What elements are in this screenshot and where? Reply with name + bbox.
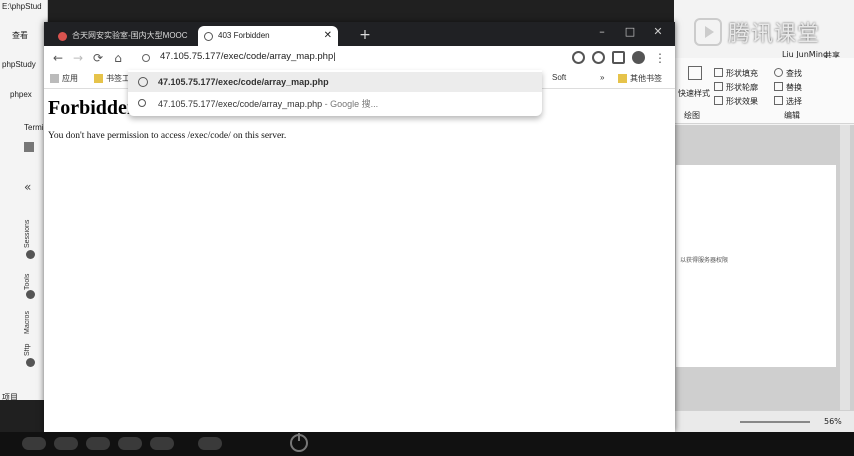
omnibox-suggestions: 47.105.75.177/exec/code/array_map.php 47…: [128, 70, 542, 116]
replace-button[interactable]: 替换: [786, 82, 802, 93]
select-button[interactable]: 选择: [786, 96, 802, 107]
folder-icon: [94, 74, 103, 83]
replace-icon: [774, 82, 783, 91]
suggestion-hint: - Google 搜...: [322, 99, 379, 109]
reload-icon[interactable]: ⟳: [90, 50, 106, 66]
shape-fill-button[interactable]: 形状填充: [726, 68, 758, 79]
extension-icon[interactable]: [612, 51, 625, 64]
page-content: Forbidden You don't have permission to a…: [44, 88, 675, 432]
toolbar: ← → ⟳ ⌂ 47.105.75.177/exec/code/array_ma…: [44, 46, 675, 70]
folder-icon: [618, 74, 627, 83]
watermark-text: 腾讯课堂: [728, 22, 821, 47]
macros-icon: [26, 290, 35, 299]
suggestion-item[interactable]: 47.105.75.177/exec/code/array_map.php - …: [128, 94, 542, 114]
effect-icon: [714, 96, 723, 105]
tab-title: 合天网安实验室-国内大型MOOC: [72, 31, 188, 40]
side-tab-strip: Sessions Tools Macros Sftp: [22, 178, 40, 378]
taskbar-item[interactable]: [150, 437, 174, 450]
bookmark-apps[interactable]: 应用: [62, 73, 78, 84]
tab-hetian[interactable]: 合天网安实验室-国内大型MOOC: [52, 26, 192, 46]
globe-icon: [138, 77, 148, 87]
extension-icon[interactable]: [572, 51, 585, 64]
chrome-window: 合天网安实验室-国内大型MOOC 403 Forbidden ✕ + – □ ✕…: [44, 22, 675, 432]
extension-icon[interactable]: [592, 51, 605, 64]
tools-tab[interactable]: Tools: [24, 260, 38, 290]
editing-group-label: 编辑: [784, 111, 800, 120]
new-tab-button[interactable]: +: [357, 26, 373, 44]
bookmark-other[interactable]: 其他书签: [630, 73, 662, 84]
taskbar-item[interactable]: [22, 437, 46, 450]
search-icon: [138, 99, 146, 107]
power-icon[interactable]: [290, 433, 308, 452]
bookmark-tools[interactable]: 书签工: [106, 73, 130, 84]
outline-icon: [714, 82, 723, 91]
document-page[interactable]: 以获得服务器权限: [676, 165, 836, 367]
fill-icon: [714, 68, 723, 77]
suggestion-text: 47.105.75.177/exec/code/array_map.php: [158, 99, 323, 109]
status-bar: 56%: [674, 410, 854, 432]
ribbon: 快速样式 形状填充 形状轮廓 形状效果 绘图 查找 替换 选择 编辑: [674, 58, 854, 124]
tencent-classroom-logo: [694, 18, 722, 46]
home-icon[interactable]: ⌂: [110, 50, 126, 66]
profile-icon[interactable]: [632, 51, 645, 64]
taskbar-item[interactable]: [86, 437, 110, 450]
desktop: E:\phpStud 查看 phpStudy phpex Termi « Ses…: [0, 0, 854, 456]
hetian-icon: [58, 32, 67, 41]
back-icon[interactable]: ←: [50, 50, 66, 66]
tools-icon: [26, 250, 35, 259]
terminal-label: Termi: [24, 123, 44, 132]
zoom-level[interactable]: 56%: [824, 417, 842, 426]
word-window: Liu JunMing 共享 快速样式 形状填充 形状轮廓 形状效果 绘图 查找…: [674, 0, 854, 432]
shape-effect-button[interactable]: 形状效果: [726, 96, 758, 107]
select-icon: [774, 96, 783, 105]
sftp-tab[interactable]: Sftp: [24, 336, 38, 356]
menu-icon[interactable]: ⋮: [652, 50, 668, 66]
page-title: Forbidden: [48, 97, 139, 119]
taskbar-item[interactable]: [198, 437, 222, 450]
macros-tab[interactable]: Macros: [24, 300, 38, 334]
taskbar-item[interactable]: [118, 437, 142, 450]
forward-icon[interactable]: →: [70, 50, 86, 66]
minimize-button[interactable]: –: [588, 22, 616, 44]
path-text: E:\phpStud: [2, 2, 42, 11]
quick-styles-button[interactable]: 快速样式: [678, 88, 710, 99]
document-text: 以获得服务器权限: [680, 257, 729, 264]
project-label: 项目: [2, 393, 18, 402]
taskbar-item[interactable]: [54, 437, 78, 450]
phpex-tab[interactable]: phpex: [10, 90, 32, 99]
view-menu[interactable]: 查看: [12, 30, 28, 41]
apps-icon: [50, 74, 59, 83]
zoom-slider[interactable]: [740, 421, 810, 423]
sftp-icon: [26, 358, 35, 367]
tab-title: 403 Forbidden: [218, 31, 270, 40]
suggestion-item[interactable]: 47.105.75.177/exec/code/array_map.php: [128, 72, 542, 92]
drawing-group-label: 绘图: [684, 111, 700, 120]
bookmark-soft[interactable]: Soft: [552, 73, 566, 82]
sessions-tab[interactable]: Sessions: [24, 202, 38, 248]
error-message: You don't have permission to access /exe…: [48, 131, 287, 141]
close-window-button[interactable]: ✕: [644, 22, 672, 44]
globe-icon: [204, 32, 213, 41]
find-button[interactable]: 查找: [786, 68, 802, 79]
address-bar[interactable]: 47.105.75.177/exec/code/array_map.php|: [160, 51, 336, 62]
phpstudy-window: E:\phpStud 查看 phpStudy phpex Termi « Ses…: [0, 0, 48, 402]
terminal-icon[interactable]: [24, 142, 34, 152]
suggestion-text: 47.105.75.177/exec/code/array_map.php: [158, 77, 329, 87]
maximize-button[interactable]: □: [616, 22, 644, 44]
quick-styles-icon[interactable]: [688, 66, 702, 80]
find-icon: [774, 68, 783, 77]
tab-strip: 合天网安实验室-国内大型MOOC 403 Forbidden ✕ + – □ ✕: [44, 22, 675, 46]
tab-forbidden[interactable]: 403 Forbidden ✕: [198, 26, 338, 46]
close-tab-icon[interactable]: ✕: [324, 26, 332, 46]
site-info-icon[interactable]: [142, 54, 150, 62]
vertical-scrollbar[interactable]: [840, 125, 850, 410]
phpstudy-title: phpStudy: [2, 60, 36, 69]
shape-outline-button[interactable]: 形状轮廓: [726, 82, 758, 93]
bookmark-overflow[interactable]: »: [600, 73, 604, 82]
document-area: 以获得服务器权限: [674, 125, 854, 410]
